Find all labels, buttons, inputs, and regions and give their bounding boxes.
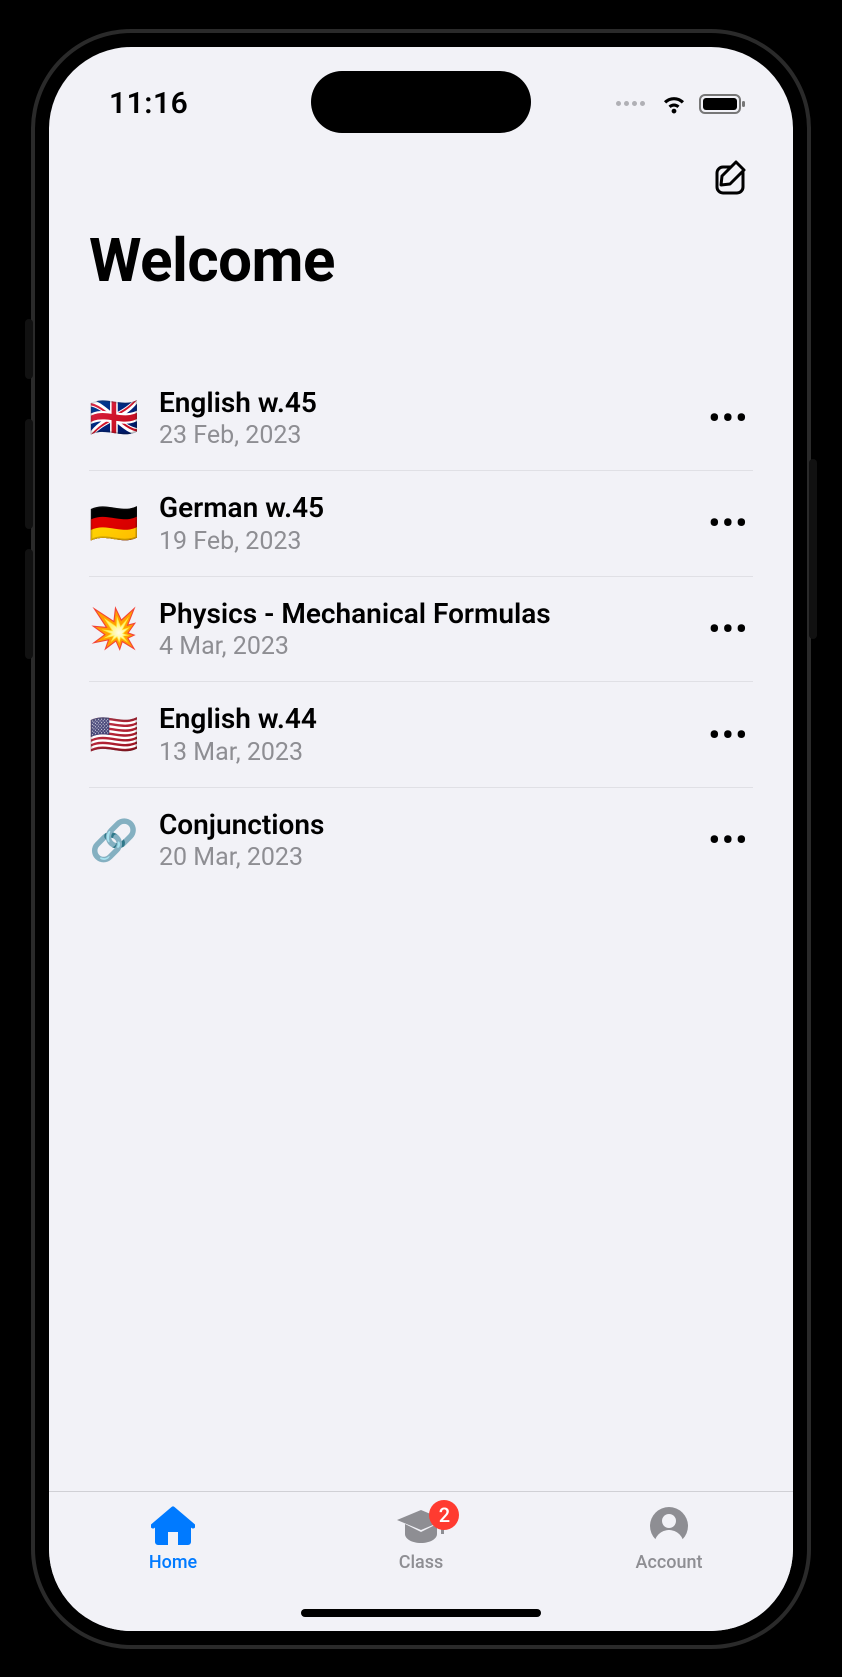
volume-down-button <box>25 549 33 659</box>
item-title: English w.44 <box>159 702 683 736</box>
item-emoji: 🇩🇪 <box>89 500 137 547</box>
tab-label: Class <box>399 1552 444 1573</box>
more-button[interactable] <box>705 389 754 447</box>
item-date: 19 Feb, 2023 <box>159 527 683 556</box>
item-text: Physics - Mechanical Formulas 4 Mar, 202… <box>159 597 683 662</box>
tab-label: Home <box>149 1552 197 1573</box>
tab-label: Account <box>636 1552 703 1573</box>
notification-badge: 2 <box>429 1500 459 1530</box>
item-text: English w.44 13 Mar, 2023 <box>159 702 683 767</box>
compose-icon <box>712 158 750 196</box>
home-icon <box>151 1504 195 1548</box>
deck-list: 🇬🇧 English w.45 23 Feb, 2023 🇩🇪 German w… <box>89 366 753 893</box>
cell-signal-icon <box>616 101 645 106</box>
more-button[interactable] <box>705 494 754 552</box>
tab-class[interactable]: 2 Class <box>351 1504 491 1573</box>
item-emoji: 🔗 <box>89 817 137 864</box>
wifi-icon <box>659 93 689 115</box>
item-title: Conjunctions <box>159 808 683 842</box>
list-item[interactable]: 🇬🇧 English w.45 23 Feb, 2023 <box>89 366 753 472</box>
tab-home[interactable]: Home <box>103 1504 243 1573</box>
item-emoji: 🇺🇸 <box>89 711 137 758</box>
item-emoji: 🇬🇧 <box>89 394 137 441</box>
item-text: German w.45 19 Feb, 2023 <box>159 491 683 556</box>
dynamic-island <box>311 71 531 133</box>
page-title: Welcome <box>89 225 753 296</box>
page-header: Welcome <box>49 207 793 316</box>
list-item[interactable]: 🇩🇪 German w.45 19 Feb, 2023 <box>89 471 753 577</box>
item-date: 23 Feb, 2023 <box>159 421 683 450</box>
item-text: Conjunctions 20 Mar, 2023 <box>159 808 683 873</box>
tab-account[interactable]: Account <box>599 1504 739 1573</box>
power-button <box>809 459 817 639</box>
status-right <box>616 93 747 115</box>
account-icon <box>649 1504 689 1548</box>
compose-button[interactable] <box>709 155 753 199</box>
item-title: German w.45 <box>159 491 683 525</box>
item-date: 13 Mar, 2023 <box>159 738 683 767</box>
battery-icon <box>699 93 747 115</box>
more-button[interactable] <box>705 706 754 764</box>
more-button[interactable] <box>705 811 754 869</box>
list-item[interactable]: 💥 Physics - Mechanical Formulas 4 Mar, 2… <box>89 577 753 683</box>
home-indicator[interactable] <box>301 1609 541 1617</box>
item-text: English w.45 23 Feb, 2023 <box>159 386 683 451</box>
item-emoji: 💥 <box>89 605 137 652</box>
list-item[interactable]: 🔗 Conjunctions 20 Mar, 2023 <box>89 788 753 893</box>
item-date: 20 Mar, 2023 <box>159 843 683 872</box>
content-scroll[interactable]: 🇬🇧 English w.45 23 Feb, 2023 🇩🇪 German w… <box>49 316 793 1491</box>
volume-up-button <box>25 419 33 529</box>
item-title: Physics - Mechanical Formulas <box>159 597 683 631</box>
mute-switch <box>25 319 33 379</box>
status-time: 11:16 <box>109 86 188 121</box>
more-button[interactable] <box>705 600 754 658</box>
screen: 11:16 <box>49 47 793 1631</box>
nav-bar <box>49 137 793 207</box>
item-date: 4 Mar, 2023 <box>159 632 683 661</box>
phone-frame: 11:16 <box>31 29 811 1649</box>
item-title: English w.45 <box>159 386 683 420</box>
list-item[interactable]: 🇺🇸 English w.44 13 Mar, 2023 <box>89 682 753 788</box>
